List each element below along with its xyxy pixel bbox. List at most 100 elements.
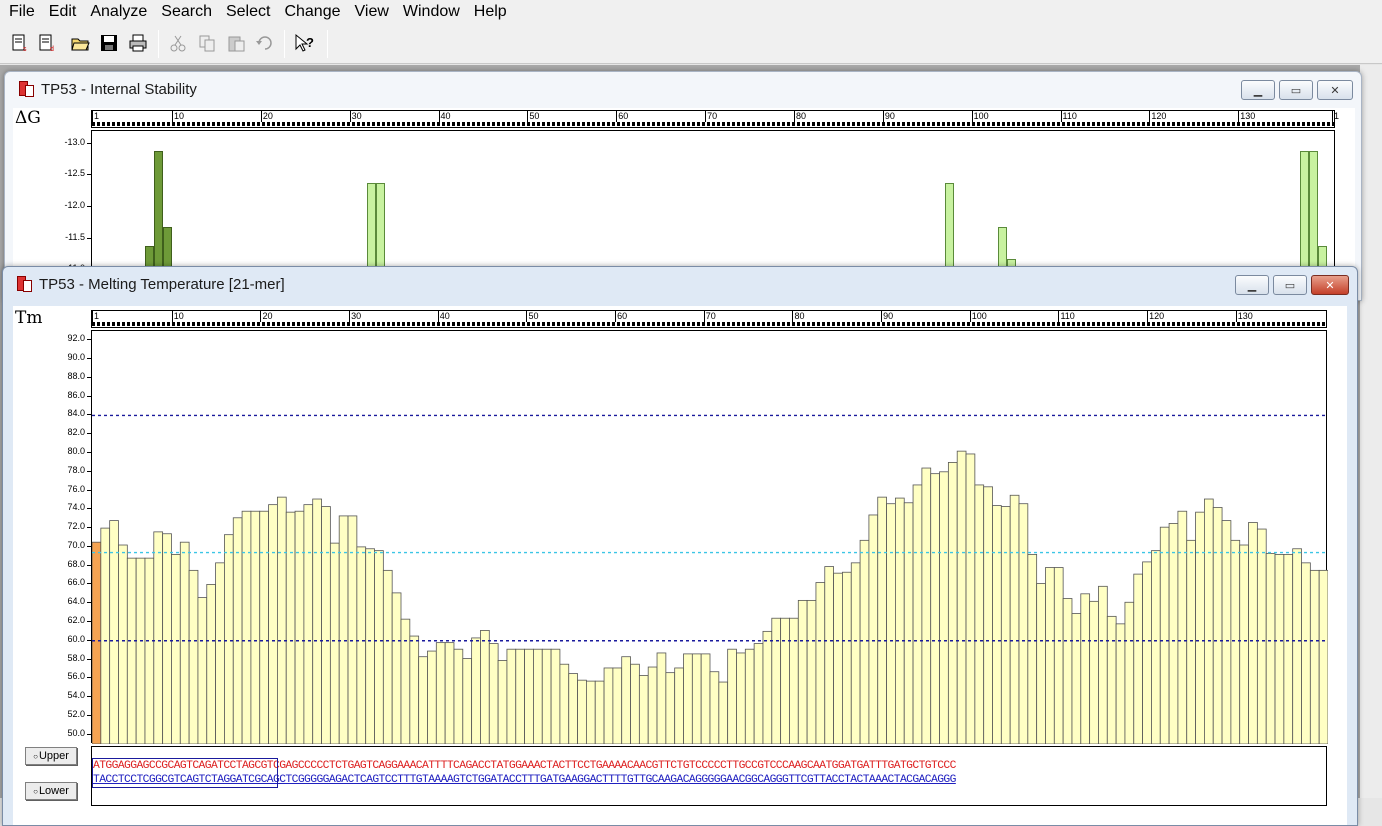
- tm-bar[interactable]: [1256, 528, 1267, 744]
- tm-bar[interactable]: [162, 533, 172, 744]
- tm-bar[interactable]: [1115, 623, 1126, 744]
- tm-bar[interactable]: [488, 643, 499, 744]
- tm-bar[interactable]: [1265, 553, 1276, 744]
- tm-bar[interactable]: [435, 642, 446, 744]
- tm-bar[interactable]: [797, 599, 808, 744]
- tm-bar[interactable]: [1036, 583, 1046, 744]
- tm-bar[interactable]: [903, 502, 914, 744]
- tm-bar[interactable]: [736, 652, 746, 744]
- tm-bar[interactable]: [895, 497, 905, 744]
- tm-bar[interactable]: [594, 680, 605, 744]
- tm-bar[interactable]: [912, 484, 923, 744]
- tm-bar[interactable]: [232, 517, 243, 744]
- tm-bar[interactable]: [338, 515, 349, 744]
- tm-bar[interactable]: [886, 503, 896, 744]
- stability-bar[interactable]: [1309, 151, 1319, 284]
- tm-bar[interactable]: [674, 667, 684, 744]
- sequence-panel[interactable]: ATGGAGGAGCCGCAGTCAGATCCTAGCGTCGAGCCCCCTC…: [91, 746, 1327, 806]
- tm-bar[interactable]: [409, 635, 420, 744]
- tm-bar[interactable]: [250, 510, 261, 744]
- tm-bar[interactable]: [153, 531, 164, 744]
- tm-bar[interactable]: [285, 511, 296, 744]
- context-help-icon[interactable]: ?: [293, 31, 317, 55]
- tm-bar[interactable]: [259, 510, 269, 744]
- tm-bar[interactable]: [630, 663, 640, 744]
- tm-bar[interactable]: [1089, 600, 1099, 744]
- tm-bar[interactable]: [824, 566, 835, 744]
- tm-bar[interactable]: [197, 597, 208, 744]
- tm-bar[interactable]: [356, 546, 367, 744]
- upper-strand-button[interactable]: ○ Upper: [25, 747, 77, 765]
- window-title-bar[interactable]: TP53 - Internal Stability ▁ ▭ ✕: [5, 72, 1361, 106]
- tm-bar[interactable]: [1062, 598, 1073, 744]
- melting-temperature-window[interactable]: TP53 - Melting Temperature [21-mer] ▁ ▭ …: [2, 266, 1358, 826]
- tm-bar[interactable]: [1018, 503, 1029, 744]
- tm-bar[interactable]: [1283, 553, 1294, 744]
- menu-window[interactable]: Window: [396, 0, 467, 24]
- workspace-scrollbar[interactable]: [1360, 65, 1382, 798]
- maximize-button[interactable]: ▭: [1273, 275, 1307, 295]
- open-folder-icon[interactable]: [68, 31, 92, 55]
- tm-bar[interactable]: [1071, 613, 1082, 744]
- minimize-button[interactable]: ▁: [1241, 80, 1275, 100]
- tm-bar[interactable]: [444, 642, 455, 744]
- tm-bar[interactable]: [374, 550, 384, 744]
- tm-bar[interactable]: [1309, 569, 1320, 744]
- tm-bar[interactable]: [471, 637, 481, 744]
- tm-bar[interactable]: [365, 548, 375, 744]
- tm-bar[interactable]: [1274, 553, 1285, 744]
- tm-bar[interactable]: [956, 450, 967, 744]
- tm-bar[interactable]: [1239, 544, 1249, 744]
- cut-icon[interactable]: [166, 31, 190, 55]
- tm-bar[interactable]: [1124, 601, 1135, 744]
- maximize-button[interactable]: ▭: [1279, 80, 1313, 100]
- menu-help[interactable]: Help: [467, 0, 514, 24]
- tm-bar[interactable]: [1027, 553, 1038, 744]
- tm-bar[interactable]: [206, 584, 216, 744]
- close-button[interactable]: ✕: [1311, 275, 1349, 295]
- close-button[interactable]: ✕: [1317, 80, 1353, 100]
- copy-icon[interactable]: [195, 31, 219, 55]
- tm-bar[interactable]: [771, 617, 782, 744]
- tm-bar[interactable]: [1212, 507, 1223, 744]
- tm-bar[interactable]: [179, 541, 190, 744]
- tm-bar[interactable]: [868, 514, 879, 744]
- menu-file[interactable]: File: [0, 0, 42, 24]
- tm-bar[interactable]: [621, 656, 631, 744]
- tm-bar[interactable]: [1301, 562, 1311, 744]
- tm-bar[interactable]: [427, 650, 437, 744]
- tm-bar[interactable]: [276, 496, 287, 744]
- tm-bar[interactable]: [347, 515, 358, 744]
- tm-bar[interactable]: [541, 648, 552, 744]
- tm-bar[interactable]: [983, 486, 993, 744]
- tm-bar[interactable]: [109, 520, 119, 744]
- tm-bar[interactable]: [656, 652, 667, 744]
- tm-bar[interactable]: [533, 648, 543, 744]
- tm-bar[interactable]: [1133, 573, 1144, 744]
- tm-bar[interactable]: [462, 658, 473, 744]
- tm-bar[interactable]: [1142, 561, 1152, 744]
- menu-change[interactable]: Change: [277, 0, 347, 24]
- stability-bar[interactable]: [1300, 151, 1310, 284]
- tm-bar[interactable]: [1151, 550, 1161, 744]
- tm-bar[interactable]: [453, 648, 464, 744]
- tm-bar[interactable]: [939, 471, 949, 744]
- minimize-button[interactable]: ▁: [1235, 275, 1269, 295]
- tm-bar[interactable]: [550, 648, 561, 744]
- print-icon[interactable]: [126, 31, 150, 55]
- tm-bar[interactable]: [92, 541, 102, 744]
- tm-bar[interactable]: [1106, 615, 1117, 744]
- tm-bar[interactable]: [126, 557, 137, 744]
- tm-bar[interactable]: [1318, 569, 1328, 744]
- tm-bar[interactable]: [1009, 494, 1020, 744]
- tm-bar[interactable]: [789, 617, 799, 744]
- tm-bar[interactable]: [815, 582, 826, 744]
- menu-select[interactable]: Select: [219, 0, 277, 24]
- tm-bar[interactable]: [947, 462, 958, 744]
- melting-temperature-plot[interactable]: [91, 330, 1328, 744]
- tm-bar[interactable]: [294, 510, 305, 744]
- tm-bar[interactable]: [382, 569, 393, 744]
- tm-bar[interactable]: [727, 648, 737, 744]
- tm-bar[interactable]: [188, 569, 199, 744]
- menu-view[interactable]: View: [348, 0, 396, 24]
